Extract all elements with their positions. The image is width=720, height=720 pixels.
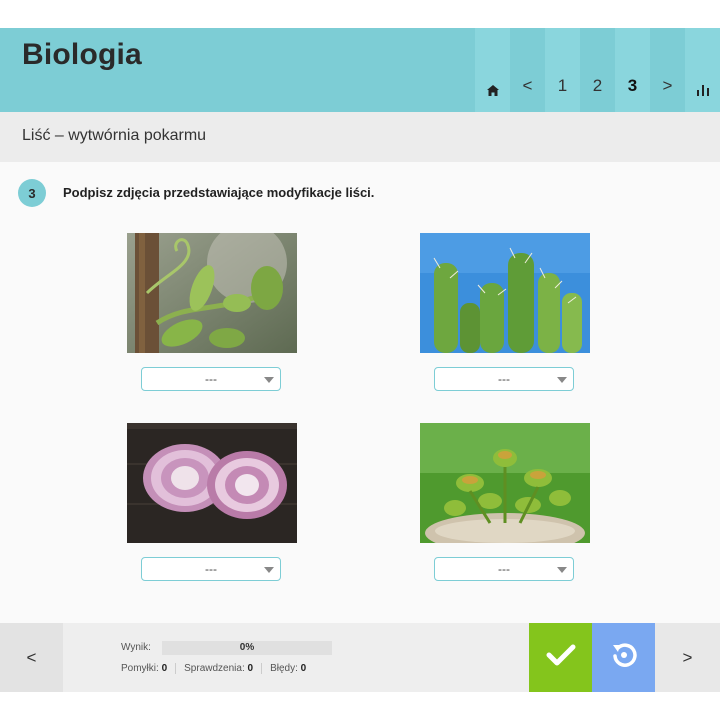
task-number-badge: 3 [18,179,46,207]
task-instruction: Podpisz zdjęcia przedstawiające modyfika… [63,185,375,200]
mistakes-label: Pomyłki: [121,663,159,674]
page-button-2[interactable]: 2 [580,28,615,112]
home-icon [486,85,499,96]
lesson-title: Liść – wytwórnia pokarmu [22,127,207,144]
errors-label: Błędy: [270,663,298,674]
prev-page-button[interactable]: < [510,28,545,112]
check-answers-button[interactable] [529,623,592,692]
mistakes-stat: Pomyłki: 0 [121,663,177,674]
page-button-1[interactable]: 1 [545,28,580,112]
top-nav: < 1 2 3 > [475,28,720,112]
score-value: 0% [239,642,255,653]
photo-pea-tendril [127,233,297,353]
photo-venus-flytrap [420,423,590,543]
next-page-button[interactable]: > [650,28,685,112]
select-value: --- [498,372,510,386]
bar-chart-icon [696,85,709,96]
app: Biologia < 1 2 3 > Liść – wytwórnia poka… [0,28,720,692]
checks-value: 0 [247,663,254,674]
footer: < Wynik: 0% Pomyłki: 0 Sprawdzenia: 0 Bł… [0,623,720,692]
photo-onion [127,423,297,543]
checks-label: Sprawdzenia: [184,663,245,674]
header: Biologia < 1 2 3 > [0,28,720,112]
reset-icon [610,641,638,674]
score-progress-bar: 0% [162,641,332,655]
errors-value: 0 [300,663,307,674]
errors-stat: Błędy: 0 [270,663,314,674]
chevron-down-icon [557,567,567,573]
lesson-bar: Liść – wytwórnia pokarmu [0,112,720,162]
select-value: --- [205,372,217,386]
stats-row: Pomyłki: 0 Sprawdzenia: 0 Błędy: 0 [121,663,322,674]
photo-3-select[interactable]: --- [141,557,281,581]
page-title: Biologia [22,38,142,71]
reset-button[interactable] [592,623,655,692]
footer-next-button[interactable]: > [655,623,720,692]
check-icon [546,643,576,672]
photo-2-select[interactable]: --- [434,367,574,391]
photo-1-select[interactable]: --- [141,367,281,391]
chevron-down-icon [557,377,567,383]
photo-cactus [420,233,590,353]
home-button[interactable] [475,28,510,112]
select-value: --- [498,562,510,576]
photo-4-select[interactable]: --- [434,557,574,581]
mistakes-value: 0 [161,663,168,674]
score-label: Wynik: [121,642,151,653]
page-button-3[interactable]: 3 [615,28,650,112]
select-value: --- [205,562,217,576]
checks-stat: Sprawdzenia: 0 [184,663,263,674]
chevron-down-icon [264,567,274,573]
footer-prev-button[interactable]: < [0,623,63,692]
stats-button[interactable] [685,28,720,112]
chevron-down-icon [264,377,274,383]
